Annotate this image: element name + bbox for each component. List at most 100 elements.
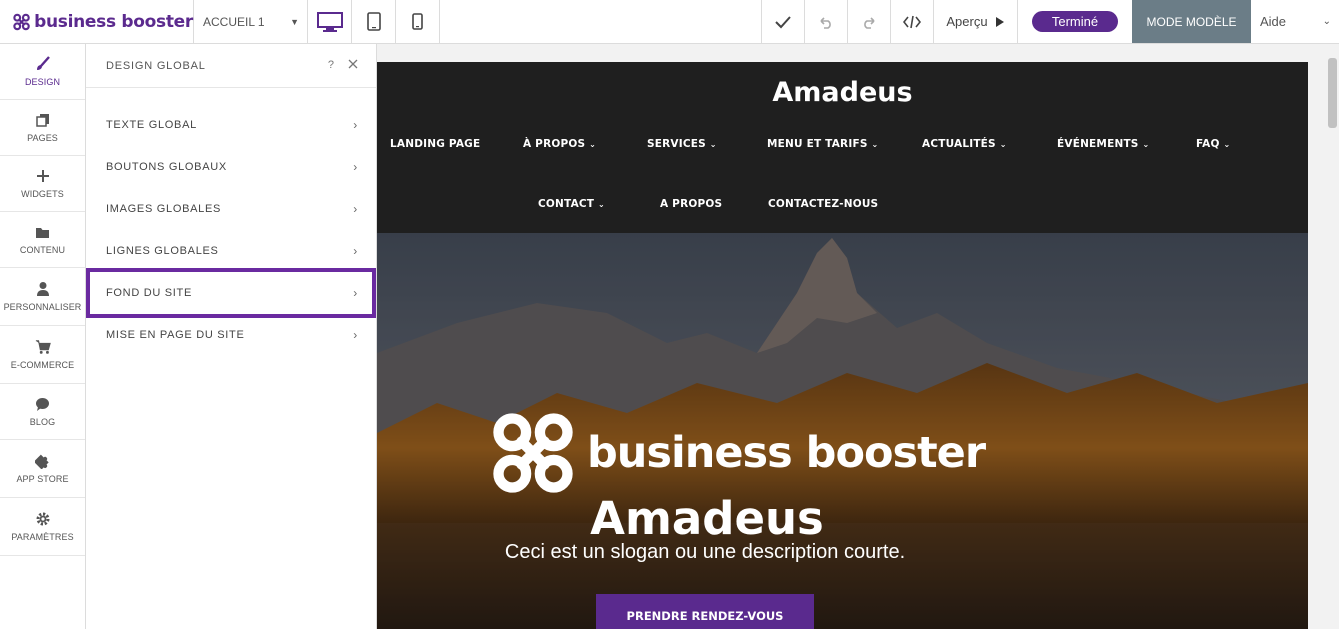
mobile-icon [412,13,423,30]
hero-section[interactable]: business booster Amadeus Ceci est un slo… [377,233,1308,629]
site-header: Amadeus LANDING PAGE À PROPOS ⌄ SERVICES… [377,62,1308,233]
sidebar-item-contenu[interactable]: CONTENU [0,212,85,268]
undo-button[interactable] [805,0,848,43]
site-title[interactable]: Amadeus [377,77,1308,108]
brush-icon [35,56,51,72]
nav-link-label: SERVICES [647,138,706,150]
nav-link-label: À PROPOS [523,138,586,150]
save-button[interactable] [762,0,805,43]
sidebar-item-label: E-COMMERCE [10,360,75,370]
plus-icon [35,168,51,184]
brand-mark-icon [13,13,30,30]
nav-link-label: ÉVÉNEMENTS [1057,138,1139,150]
nav-link-landing-page[interactable]: LANDING PAGE [390,138,480,150]
checkmark-icon [775,15,791,28]
sidebar-item-label: BLOG [29,417,56,427]
site-preview-canvas[interactable]: Amadeus LANDING PAGE À PROPOS ⌄ SERVICES… [377,44,1339,629]
folder-icon [35,224,51,240]
nav-link-services[interactable]: SERVICES ⌄ [647,138,717,150]
nav-link-evenements[interactable]: ÉVÉNEMENTS ⌄ [1057,138,1149,150]
chevron-down-icon: ⌄ [589,140,597,149]
nav-link-label: CONTACT [538,198,595,210]
close-icon[interactable] [348,59,358,72]
toolbar-spacer [440,0,762,43]
tablet-view-button[interactable] [352,0,396,43]
chevron-down-icon: ⌄ [1142,140,1150,149]
panel-item-lignes-globales[interactable]: LIGNES GLOBALES › [86,230,376,272]
canvas-scrollbar[interactable] [1326,44,1339,629]
panel-item-label: FOND DU SITE [106,287,193,299]
nav-link-label: MENU ET TARIFS [767,138,868,150]
template-mode-button[interactable]: MODE MODÈLE [1132,0,1251,43]
nav-link-a-propos[interactable]: À PROPOS ⌄ [523,138,596,150]
mobile-view-button[interactable] [396,0,440,43]
panel-item-images-globales[interactable]: IMAGES GLOBALES › [86,188,376,230]
chevron-down-icon: ⌄ [1223,140,1231,149]
sidebar-item-design[interactable]: DESIGN [0,44,85,100]
nav-link-label: ACTUALITÉS [922,138,996,150]
scrollbar-thumb[interactable] [1328,58,1337,128]
top-toolbar: business booster ACCUEIL 1 ▼ Aperçu Term… [0,0,1339,44]
panel-item-texte-global[interactable]: TEXTE GLOBAL › [86,104,376,146]
redo-icon [864,16,875,29]
code-icon [903,15,921,28]
preview-label: Aperçu [946,14,988,29]
chat-icon [35,396,51,412]
done-button[interactable]: Terminé [1031,11,1119,32]
preview-button[interactable]: Aperçu [934,0,1018,43]
hero-brand-name: business booster [587,428,986,478]
chevron-down-icon: ⌄ [709,140,717,149]
page-select-value: ACCUEIL 1 [203,14,265,29]
chevron-right-icon: › [353,286,358,300]
help-menu[interactable]: Aide ⌄ [1251,0,1339,43]
help-label: Aide [1260,14,1287,29]
done-button-wrap: Terminé [1018,0,1132,43]
nav-link-menu-et-tarifs[interactable]: MENU ET TARIFS ⌄ [767,138,878,150]
panel-item-mise-en-page[interactable]: MISE EN PAGE DU SITE › [86,314,376,356]
template-mode-label: MODE MODÈLE [1146,14,1237,29]
page-select[interactable]: ACCUEIL 1 ▼ [194,0,308,43]
nav-link-contact[interactable]: CONTACT ⌄ [538,198,605,210]
sidebar-item-blog[interactable]: BLOG [0,384,85,440]
chevron-down-icon: ▼ [290,16,299,27]
sidebar-item-label: WIDGETS [21,189,64,199]
panel-item-label: TEXTE GLOBAL [106,119,197,131]
sidebar-item-app-store[interactable]: APP STORE [0,440,85,498]
panel-item-fond-du-site[interactable]: FOND DU SITE › [86,268,376,318]
sidebar-item-label: PAGES [27,133,58,143]
sidebar-item-label: APP STORE [16,474,69,484]
gear-icon [35,511,51,527]
chevron-right-icon: › [353,202,358,216]
hero-title[interactable]: Amadeus [377,492,1037,545]
panel-header: DESIGN GLOBAL ? [86,44,376,88]
cart-icon [35,339,51,355]
brand-logo[interactable]: business booster [0,0,194,43]
cta-button[interactable]: PRENDRE RENDEZ-VOUS [596,594,814,629]
desktop-icon [316,11,343,32]
sidebar-item-label: PARAMÈTRES [11,532,74,542]
nav-link-a-propos-2[interactable]: A PROPOS [660,198,722,210]
chevron-right-icon: › [353,244,358,258]
sidebar-item-ecommerce[interactable]: E-COMMERCE [0,326,85,384]
design-panel: DESIGN GLOBAL ? TEXTE GLOBAL › BOUTONS G… [86,44,377,629]
code-view-button[interactable] [891,0,934,43]
panel-item-boutons-globaux[interactable]: BOUTONS GLOBAUX › [86,146,376,188]
panel-item-label: BOUTONS GLOBAUX [106,161,227,173]
desktop-view-button[interactable] [308,0,352,43]
nav-link-contactez-nous[interactable]: CONTACTEZ-NOUS [768,198,878,210]
sidebar-item-pages[interactable]: PAGES [0,100,85,156]
site-preview: Amadeus LANDING PAGE À PROPOS ⌄ SERVICES… [377,62,1308,629]
sidebar-item-personnaliser[interactable]: PERSONNALISER [0,268,85,326]
nav-link-faq[interactable]: FAQ ⌄ [1196,138,1230,150]
sidebar-item-parametres[interactable]: PARAMÈTRES [0,498,85,556]
chevron-right-icon: › [353,160,358,174]
help-icon[interactable]: ? [328,59,334,72]
left-sidebar: DESIGN PAGES WIDGETS CONTENU PERSONNALIS… [0,44,86,629]
sidebar-item-label: PERSONNALISER [3,302,82,312]
hero-slogan[interactable]: Ceci est un slogan ou une description co… [377,541,1033,564]
sidebar-item-widgets[interactable]: WIDGETS [0,156,85,212]
redo-button[interactable] [848,0,891,43]
nav-link-actualites[interactable]: ACTUALITÉS ⌄ [922,138,1007,150]
brand-mark-icon [493,413,573,493]
pages-icon [35,112,51,128]
